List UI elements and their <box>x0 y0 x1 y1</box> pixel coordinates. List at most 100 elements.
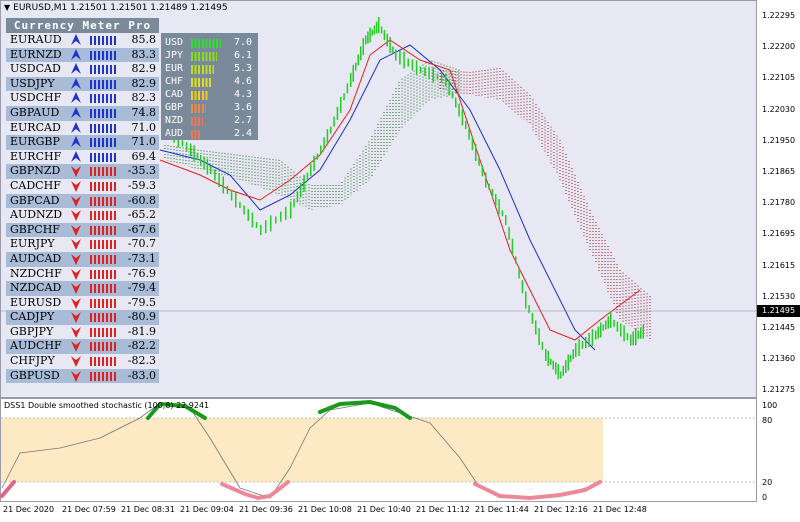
currency-pair-row: GBPCHF -67.6 <box>6 222 159 238</box>
trend-up-arrow-icon <box>71 48 81 60</box>
time-tick-label: 21 Dec 11:12 <box>416 505 470 514</box>
pair-value: 83.3 <box>131 47 157 61</box>
price-candle <box>226 186 229 194</box>
price-candle <box>471 136 474 151</box>
trend-down-arrow-icon <box>71 180 81 192</box>
price-tick-label: 1.21530 <box>762 291 796 301</box>
pair-name: USDCAD <box>10 62 61 76</box>
price-candle <box>468 128 470 140</box>
price-tick-label: 1.21615 <box>762 260 796 270</box>
trend-down-arrow-icon <box>71 210 81 222</box>
strength-bars <box>90 298 116 308</box>
currency-strength-row: EUR 5.3 <box>161 62 258 75</box>
strength-bars <box>90 371 116 381</box>
currency-strength-bars <box>191 52 218 61</box>
price-candle <box>481 165 484 177</box>
price-candle <box>352 64 354 82</box>
price-candle <box>193 145 195 162</box>
price-candle <box>399 50 401 65</box>
price-candle <box>243 205 245 215</box>
pair-value: -82.2 <box>127 339 156 353</box>
currency-name: AUD <box>165 128 184 139</box>
currency-pair-row: GBPAUD 74.8 <box>6 105 159 121</box>
currency-name: EUR <box>165 63 184 74</box>
price-candle <box>375 21 378 34</box>
price-candle <box>591 329 594 346</box>
price-candle <box>403 51 405 69</box>
price-candle <box>465 121 467 129</box>
price-tick-label: 1.22295 <box>762 11 796 20</box>
pair-value: -81.9 <box>127 324 156 338</box>
time-tick-label: 21 Dec 10:08 <box>298 505 352 514</box>
price-candle <box>190 143 192 157</box>
pair-value: -76.9 <box>127 266 156 280</box>
price-tick-label: 1.22105 <box>762 73 796 83</box>
currency-name: JPY <box>165 50 184 61</box>
price-candle <box>575 343 577 357</box>
price-candle <box>369 27 371 43</box>
strength-bars <box>90 167 116 177</box>
price-candle <box>545 349 547 361</box>
price-candle <box>371 29 373 36</box>
price-candle <box>491 188 494 198</box>
currency-pair-row: GBPCAD -60.8 <box>6 193 159 209</box>
currency-value: 7.0 <box>233 37 252 48</box>
trend-down-arrow-icon <box>71 283 81 295</box>
price-candle <box>485 172 487 188</box>
price-candle <box>445 73 447 87</box>
currency-pair-row: EURJPY -70.7 <box>6 237 159 252</box>
pair-value: 82.3 <box>131 91 157 105</box>
price-candle <box>251 212 254 228</box>
price-candle <box>293 199 295 208</box>
price-tick-label: 1.21695 <box>762 229 796 239</box>
strength-bars <box>90 123 116 133</box>
trend-up-arrow-icon <box>71 106 81 118</box>
price-candle <box>303 174 305 192</box>
price-candle <box>407 58 409 67</box>
caret-down-icon[interactable]: ▼ <box>4 3 10 12</box>
currency-value: 2.4 <box>233 128 252 139</box>
pair-name: AUDCAD <box>10 251 62 265</box>
strength-bars <box>90 65 116 75</box>
price-candle <box>475 144 477 161</box>
price-candle <box>181 140 184 147</box>
price-candle <box>247 209 249 221</box>
strength-bars <box>90 254 116 264</box>
price-candle <box>461 109 464 126</box>
trend-down-arrow-icon <box>71 370 81 382</box>
price-candle <box>235 192 237 208</box>
price-candle <box>218 173 220 187</box>
price-candle <box>432 67 434 83</box>
currency-name: CHF <box>165 76 184 87</box>
price-candle <box>239 202 241 208</box>
trend-up-arrow-icon <box>71 121 81 133</box>
time-tick-label: 21 Dec 07:59 <box>62 505 116 514</box>
trend-down-arrow-icon <box>71 253 81 265</box>
price-candle <box>626 333 629 341</box>
price-candle <box>280 211 282 222</box>
price-candle <box>313 155 315 171</box>
pair-value: 71.0 <box>131 120 157 134</box>
currency-value: 6.1 <box>233 50 252 61</box>
price-candle <box>343 93 345 101</box>
pair-name: CADCHF <box>10 178 61 192</box>
price-candle <box>528 305 530 314</box>
price-candle <box>306 172 309 181</box>
trading-terminal-chart: ▼ EURUSD,M1 1.21501 1.21501 1.21489 1.214… <box>0 0 800 522</box>
price-candle <box>552 360 554 370</box>
pair-name: NZDCAD <box>10 281 62 295</box>
time-tick-label: 21 Dec 08:31 <box>121 505 175 514</box>
currency-strength-row: AUD 2.4 <box>161 127 258 140</box>
indicator-tick-label: 0 <box>762 493 768 502</box>
pair-name: AUDCHF <box>10 339 62 353</box>
currency-value: 3.6 <box>233 102 252 113</box>
price-candle <box>326 129 329 145</box>
pair-name: EURCAD <box>10 120 61 134</box>
price-candle <box>275 216 277 224</box>
price-candle <box>270 215 272 232</box>
time-tick-label: 21 Dec 09:36 <box>239 505 293 514</box>
price-candle <box>357 54 359 66</box>
currency-name: NZD <box>165 115 184 126</box>
pair-value: -79.4 <box>127 281 156 295</box>
currency-strength-row: NZD 2.7 <box>161 114 258 127</box>
